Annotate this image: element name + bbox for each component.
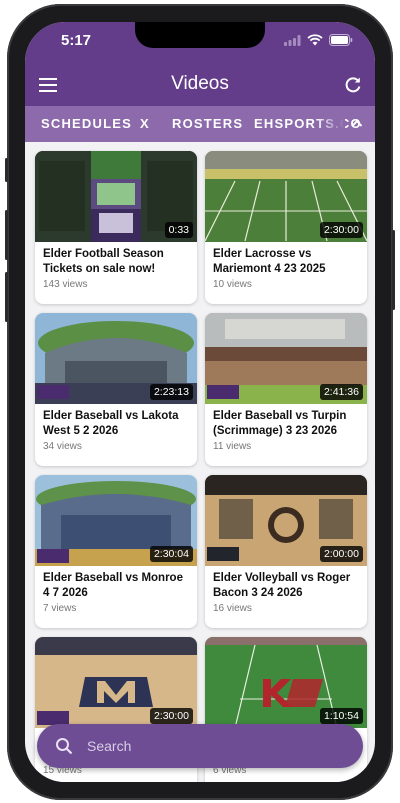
video-card[interactable]: 2:30:04 Elder Baseball vs Monroe 4 7 202… — [35, 475, 197, 628]
video-thumbnail[interactable]: 2:41:36 — [205, 313, 367, 404]
notch — [135, 22, 265, 48]
search-placeholder: Search — [87, 738, 132, 754]
tab-x[interactable]: X — [140, 116, 150, 131]
video-duration: 1:10:54 — [319, 708, 363, 724]
tab-ehsports[interactable]: EHSPORTS.CO — [254, 116, 362, 131]
video-duration: 2:00:00 — [319, 546, 363, 562]
mute-switch — [5, 158, 8, 182]
video-thumbnail[interactable]: 2:00:00 — [205, 475, 367, 566]
video-duration: 2:41:36 — [319, 384, 363, 400]
battery-icon — [329, 34, 353, 46]
video-card[interactable]: 2:41:36 Elder Baseball vs Turpin (Scrimm… — [205, 313, 367, 466]
tab-schedules[interactable]: SCHEDULES — [41, 116, 132, 131]
status-icons — [284, 34, 353, 46]
video-grid: 0:33 Elder Football Season Tickets on sa… — [25, 142, 375, 782]
video-card[interactable]: 2:00:00 Elder Volleyball vs Roger Bacon … — [205, 475, 367, 628]
video-views: 143 views — [43, 279, 88, 290]
video-title: Elder Baseball vs Turpin (Scrimmage) 3 2… — [213, 410, 347, 437]
video-title: Elder Baseball vs Lakota West 5 2 2026 — [43, 410, 179, 437]
video-card[interactable]: 2:23:13 Elder Baseball vs Lakota West 5 … — [35, 313, 197, 466]
refresh-icon[interactable] — [343, 75, 363, 95]
page-title: Videos — [171, 73, 229, 94]
status-time: 5:17 — [61, 32, 92, 49]
video-card[interactable]: 2:30:00 Elder Lacrosse vs Mariemont 4 23… — [205, 151, 367, 304]
wifi-icon — [307, 34, 323, 46]
video-thumbnail[interactable]: 2:30:04 — [35, 475, 197, 566]
video-views: 16 views — [213, 603, 252, 614]
video-views: 34 views — [43, 441, 82, 452]
video-views: 7 views — [43, 603, 77, 614]
video-duration: 0:33 — [164, 222, 193, 238]
video-views: 11 views — [213, 441, 252, 452]
video-views: 10 views — [213, 279, 252, 290]
app-screen: 5:17 Videos SCHEDULES X ROSTERS EHSPORTS… — [25, 22, 375, 782]
video-title: Elder Baseball vs Monroe 4 7 2026 — [43, 572, 183, 599]
video-thumbnail[interactable]: 2:23:13 — [35, 313, 197, 404]
app-bar: Videos — [25, 66, 375, 106]
tab-rosters[interactable]: ROSTERS — [172, 116, 243, 131]
video-thumbnail[interactable]: 0:33 — [35, 151, 197, 242]
power-button — [392, 230, 395, 310]
tab-fade — [315, 106, 345, 142]
video-thumbnail[interactable]: 1:10:54 — [205, 637, 367, 728]
video-duration: 2:30:00 — [149, 708, 193, 724]
status-bar: 5:17 — [25, 22, 375, 66]
volume-up-button — [5, 210, 8, 260]
search-bar[interactable]: Search — [37, 724, 363, 768]
video-thumbnail[interactable]: 2:30:00 — [205, 151, 367, 242]
search-icon — [56, 738, 73, 755]
video-card[interactable]: 0:33 Elder Football Season Tickets on sa… — [35, 151, 197, 304]
volume-down-button — [5, 272, 8, 322]
tab-bar: SCHEDULES X ROSTERS EHSPORTS.CO — [25, 106, 375, 142]
video-title: Elder Football Season Tickets on sale no… — [43, 248, 164, 275]
video-duration: 2:23:13 — [149, 384, 193, 400]
video-title: Elder Lacrosse vs Mariemont 4 23 2025 — [213, 248, 326, 275]
video-title: Elder Volleyball vs Roger Bacon 3 24 202… — [213, 572, 351, 599]
video-duration: 2:30:00 — [319, 222, 363, 238]
signal-icon — [284, 34, 301, 46]
video-duration: 2:30:04 — [149, 546, 193, 562]
chevron-up-icon[interactable] — [351, 118, 363, 128]
video-thumbnail[interactable]: 2:30:00 — [35, 637, 197, 728]
